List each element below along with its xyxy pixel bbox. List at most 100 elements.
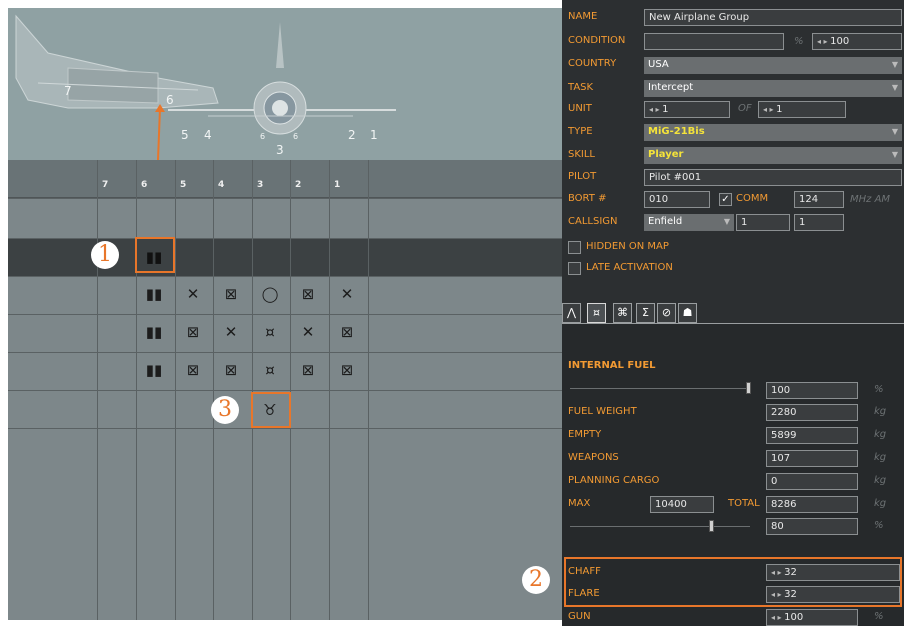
missile-pair-icon[interactable]: ▮▮	[143, 320, 165, 344]
rack-icon[interactable]: ✕	[297, 320, 319, 344]
comm-label: COMM	[736, 193, 769, 204]
column-header: 1	[334, 180, 341, 190]
rack-icon[interactable]: ⊠	[297, 282, 319, 306]
max-label: MAX	[568, 498, 591, 509]
condition-label: CONDITION	[568, 35, 626, 46]
column-header: 5	[180, 180, 187, 190]
fuel-tank-icon[interactable]: ◯	[259, 282, 281, 306]
callout-badge-3: 3	[211, 396, 239, 424]
rack-icon[interactable]: ✕	[336, 282, 358, 306]
country-label: COUNTRY	[568, 58, 617, 69]
missile-pair-icon[interactable]: ▮▮	[143, 358, 165, 382]
hidden-on-map-checkbox[interactable]	[568, 241, 581, 254]
unit-of-stepper[interactable]: ◂ ▸ 1	[758, 101, 846, 118]
pylon-grid: 7 6 5 4 3 2 1 ▮▮ ▮▮ ✕ ⊠ ◯ ⊠ ✕ ▮▮ ⊠ ✕ ¤ ✕…	[8, 160, 562, 620]
rack-icon[interactable]: ¤	[259, 358, 281, 382]
payload-slider-handle[interactable]	[709, 520, 714, 532]
missile-pair-icon[interactable]: ▮▮	[143, 282, 165, 306]
gun-unit: %	[874, 611, 884, 622]
internal-fuel-slider-handle[interactable]	[746, 382, 751, 394]
country-dropdown[interactable]: USA ▼	[644, 57, 902, 74]
tab-hangar[interactable]: ☗	[678, 303, 697, 323]
rack-icon[interactable]: ⊠	[336, 320, 358, 344]
callout-badge-2: 2	[522, 566, 550, 594]
column-header: 7	[102, 180, 109, 190]
weapons-label: WEAPONS	[568, 452, 619, 463]
bort-label: BORT #	[568, 193, 607, 204]
late-activation-checkbox[interactable]	[568, 262, 581, 275]
callsign-number-2[interactable]: 1	[794, 214, 844, 231]
tab-failures[interactable]: ⊘	[657, 303, 676, 323]
tab-summary[interactable]: Σ	[636, 303, 655, 323]
callsign-dropdown[interactable]: Enfield ▼	[644, 214, 734, 231]
rack-icon[interactable]: ⊠	[336, 358, 358, 382]
internal-fuel-title: INTERNAL FUEL	[568, 360, 656, 371]
unit-stepper[interactable]: ◂ ▸ 1	[644, 101, 730, 118]
hidden-on-map-label: HIDDEN ON MAP	[586, 241, 669, 252]
tab-triggers[interactable]: ⌘	[613, 303, 632, 323]
rack-icon[interactable]: ✕	[220, 320, 242, 344]
name-label: NAME	[568, 11, 598, 22]
comm-checkbox[interactable]: ✓	[719, 193, 732, 206]
column-header: 4	[218, 180, 225, 190]
properties-panel: NAME New Airplane Group CONDITION % ◂ ▸ …	[562, 0, 904, 626]
column-header: 2	[295, 180, 302, 190]
rack-icon[interactable]: ✕	[182, 282, 204, 306]
unit-of: OF	[738, 103, 752, 114]
gun-stepper[interactable]: ◂ ▸ 100	[766, 609, 858, 626]
loadout-panel: 7 6 5 4 6 6 3 2 1 7 6 5 4 3 2 1 ▮▮ ▮▮ ✕ …	[8, 8, 562, 620]
planning-cargo-field[interactable]: 0	[766, 473, 858, 490]
fuel-weight-unit: kg	[874, 406, 887, 417]
payload-pct-field[interactable]: 80	[766, 518, 858, 535]
tab-loadout[interactable]: ¤	[587, 303, 606, 323]
gun-label: GUN	[568, 611, 591, 622]
payload-slider[interactable]	[570, 526, 750, 527]
callsign-number-1[interactable]: 1	[736, 214, 790, 231]
chevron-down-icon: ▼	[891, 83, 898, 92]
pilot-field[interactable]: Pilot #001	[644, 169, 902, 186]
rack-icon[interactable]: ⊠	[297, 358, 319, 382]
condition-stepper[interactable]: ◂ ▸ 100	[812, 33, 902, 50]
internal-fuel-slider[interactable]	[570, 388, 750, 389]
empty-field: 5899	[766, 427, 858, 444]
rack-icon[interactable]: ⊠	[182, 320, 204, 344]
skill-dropdown[interactable]: Player ▼	[644, 147, 902, 164]
rack-icon[interactable]: ⊠	[220, 282, 242, 306]
chevron-down-icon: ▼	[891, 150, 898, 159]
comm-unit: MHz AM	[850, 194, 891, 205]
payload-pct-unit: %	[874, 520, 884, 531]
late-activation-label: LATE ACTIVATION	[586, 262, 673, 273]
callout-box-3	[251, 392, 291, 428]
condition-field[interactable]	[644, 33, 784, 50]
planning-cargo-label: PLANNING CARGO	[568, 475, 660, 486]
internal-fuel-field[interactable]: 100	[766, 382, 858, 399]
planning-cargo-unit: kg	[874, 475, 887, 486]
fuel-weight-field[interactable]: 2280	[766, 404, 858, 421]
rack-icon[interactable]: ⊠	[220, 358, 242, 382]
name-field[interactable]: New Airplane Group	[644, 9, 902, 26]
max-field: 10400	[650, 496, 714, 513]
type-label: TYPE	[568, 126, 593, 137]
chevron-down-icon: ▼	[891, 127, 898, 136]
tab-route[interactable]: ⋀	[562, 303, 581, 323]
empty-label: EMPTY	[568, 429, 602, 440]
column-header: 3	[257, 180, 264, 190]
comm-field[interactable]: 124	[794, 191, 844, 208]
type-dropdown[interactable]: MiG-21Bis ▼	[644, 124, 902, 141]
task-label: TASK	[568, 82, 594, 93]
callout-badge-1: 1	[91, 241, 119, 269]
callout-box-2	[564, 557, 902, 607]
rack-icon[interactable]: ⊠	[182, 358, 204, 382]
rack-icon[interactable]: ¤	[259, 320, 281, 344]
chevron-down-icon: ▼	[723, 217, 730, 226]
condition-pct: %	[794, 36, 804, 47]
unit-label: UNIT	[568, 103, 592, 114]
bort-field[interactable]: 010	[644, 191, 710, 208]
total-field: 8286	[766, 496, 858, 513]
callsign-label: CALLSIGN	[568, 216, 618, 227]
callout-box-1	[135, 237, 175, 273]
weapons-field: 107	[766, 450, 858, 467]
weapons-unit: kg	[874, 452, 887, 463]
task-dropdown[interactable]: Intercept ▼	[644, 80, 902, 97]
internal-fuel-unit: %	[874, 384, 884, 395]
